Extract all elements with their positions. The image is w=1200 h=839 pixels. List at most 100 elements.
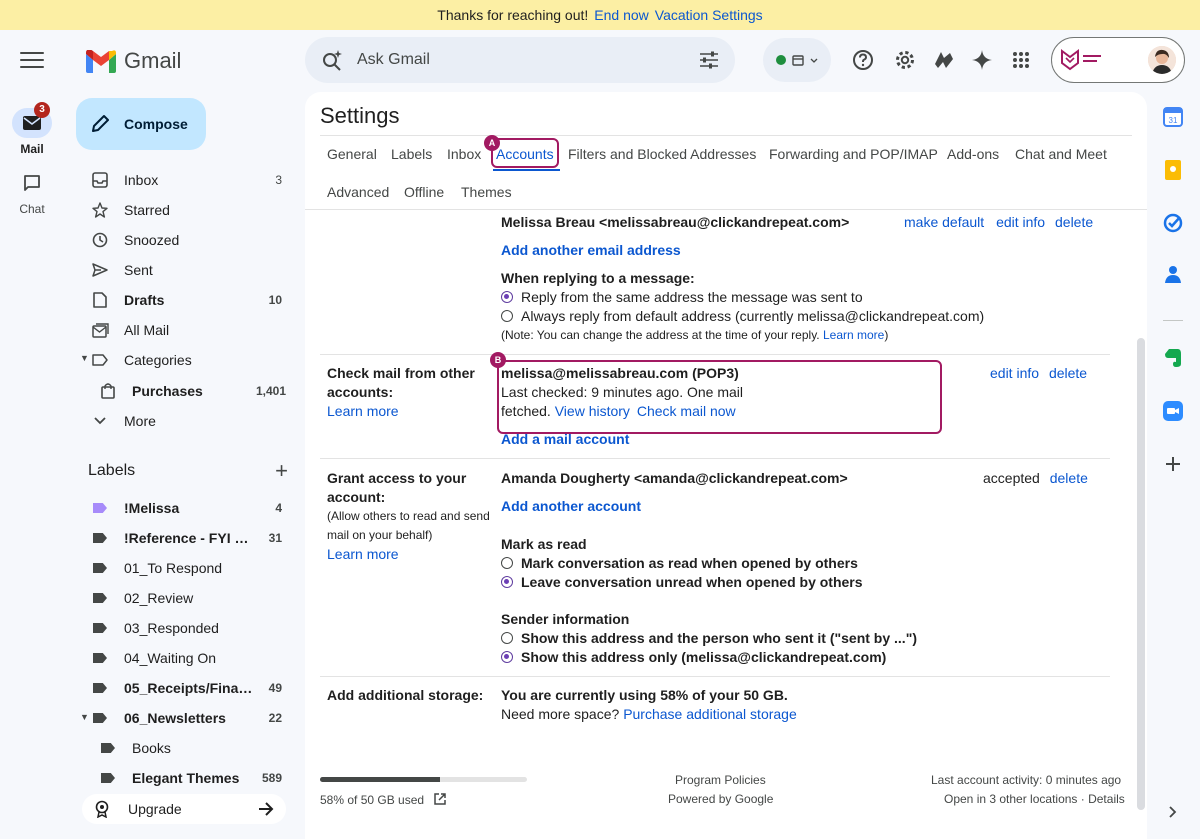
extension-icon[interactable] — [932, 48, 956, 72]
vacation-settings-link[interactable]: Vacation Settings — [655, 7, 763, 23]
label-item[interactable]: 05_Receipts/Finan... 49 — [76, 673, 296, 703]
label-count: 4 — [275, 501, 282, 515]
delete-link[interactable]: delete — [1049, 365, 1087, 381]
zoom-icon[interactable] — [1162, 400, 1184, 422]
nav-item-purchases[interactable]: Purchases 1,401 — [84, 376, 296, 406]
tab-offline[interactable]: Offline — [404, 184, 444, 200]
tasks-icon[interactable] — [1162, 212, 1184, 234]
radio-unselected[interactable] — [501, 632, 513, 644]
external-link-icon[interactable] — [433, 792, 447, 806]
gear-icon[interactable] — [893, 48, 917, 72]
add-addon-icon[interactable] — [1162, 453, 1184, 475]
tab-inbox[interactable]: Inbox — [447, 146, 481, 162]
radio-unselected[interactable] — [501, 557, 513, 569]
radio-selected[interactable] — [501, 651, 513, 663]
tab-forwarding[interactable]: Forwarding and POP/IMAP — [769, 146, 938, 162]
scrollbar[interactable] — [1137, 338, 1145, 810]
nav-label: Starred — [124, 202, 170, 218]
search-options-icon[interactable] — [699, 51, 719, 69]
radio-selected[interactable] — [501, 291, 513, 303]
delete-link[interactable]: delete — [1050, 470, 1088, 486]
open-locations: Open in 3 other locations · Details — [944, 792, 1125, 806]
tab-themes[interactable]: Themes — [461, 184, 512, 200]
purchase-storage-link[interactable]: Purchase additional storage — [623, 706, 797, 722]
label-item[interactable]: 01_To Respond — [76, 553, 296, 583]
label-item[interactable]: !Reference - FYI + ... 31 — [76, 523, 296, 553]
tab-labels[interactable]: Labels — [391, 146, 432, 162]
upgrade-button[interactable]: Upgrade — [82, 794, 286, 824]
reply-heading: When replying to a message: — [501, 270, 695, 286]
keep-icon[interactable] — [1162, 159, 1184, 181]
edit-info-link[interactable]: edit info — [996, 214, 1045, 230]
make-default-link[interactable]: make default — [904, 214, 984, 230]
nav-item-more[interactable]: More — [76, 406, 296, 436]
mark-read-option[interactable]: Mark conversation as read when opened by… — [501, 554, 858, 573]
tab-general[interactable]: General — [327, 146, 377, 162]
help-icon[interactable] — [851, 48, 875, 72]
settings-panel: Settings General Labels Inbox Accounts F… — [305, 92, 1147, 839]
label-name: Books — [132, 740, 171, 756]
calendar-icon[interactable]: 31 — [1162, 106, 1184, 128]
compose-button[interactable]: Compose — [76, 98, 206, 150]
nav-item-starred[interactable]: Starred — [76, 195, 296, 225]
gemini-icon[interactable] — [970, 48, 994, 72]
edit-info-link[interactable]: edit info — [990, 365, 1039, 381]
label-count: 589 — [261, 771, 282, 785]
nav-item-drafts[interactable]: Drafts 10 — [76, 285, 296, 315]
contacts-icon[interactable] — [1162, 263, 1184, 285]
main-menu-icon[interactable] — [20, 52, 44, 70]
search-input[interactable]: Ask Gmail — [357, 51, 685, 69]
label-item[interactable]: ▼ 06_Newsletters 22 — [76, 703, 296, 733]
radio-selected[interactable] — [501, 576, 513, 588]
tab-advanced[interactable]: Advanced — [327, 184, 389, 200]
label-item[interactable]: 04_Waiting On — [76, 643, 296, 673]
add-label-icon[interactable]: + — [275, 460, 288, 482]
label-item[interactable]: !Melissa 4 — [76, 493, 296, 523]
grant-label-line2: account: — [327, 489, 386, 505]
program-policies-link[interactable]: Program Policies — [675, 773, 766, 787]
nav-item-all-mail[interactable]: All Mail — [76, 315, 296, 345]
nav-item-inbox[interactable]: Inbox 3 — [76, 165, 296, 195]
add-another-account-link[interactable]: Add another account — [501, 497, 641, 516]
gmail-logo[interactable]: Gmail — [86, 48, 181, 74]
nav-item-sent[interactable]: Sent — [76, 255, 296, 285]
check-mail-learn-more-link[interactable]: Learn more — [327, 403, 399, 419]
nav-item-snoozed[interactable]: Snoozed — [76, 225, 296, 255]
label-item[interactable]: Books — [84, 733, 296, 763]
gmail-m-icon — [86, 49, 116, 73]
delete-link[interactable]: delete — [1055, 214, 1093, 230]
details-link[interactable]: Details — [1088, 792, 1125, 806]
evernote-icon[interactable] — [1162, 347, 1184, 369]
caret-down-icon[interactable]: ▼ — [80, 712, 89, 722]
sender-option-address-only[interactable]: Show this address only (melissa@clickand… — [501, 648, 886, 667]
label-item[interactable]: 02_Review — [76, 583, 296, 613]
grant-learn-more-link[interactable]: Learn more — [327, 546, 399, 562]
leave-unread-option[interactable]: Leave conversation unread when opened by… — [501, 573, 863, 592]
label-name: 05_Receipts/Finan... — [124, 680, 256, 696]
tab-filters[interactable]: Filters and Blocked Addresses — [568, 146, 756, 162]
rail-mail[interactable]: 3 Mail — [0, 102, 64, 156]
account-switcher[interactable] — [1051, 37, 1185, 83]
brand-logo-icon — [1061, 49, 1079, 71]
sender-option-sent-by[interactable]: Show this address and the person who sen… — [501, 629, 917, 648]
nav-item-categories[interactable]: ▼ Categories — [76, 345, 296, 375]
end-now-link[interactable]: End now — [594, 7, 648, 23]
apps-grid-icon[interactable] — [1009, 48, 1033, 72]
search-bar[interactable]: Ask Gmail — [305, 37, 735, 83]
tab-chat-meet[interactable]: Chat and Meet — [1015, 146, 1107, 162]
tab-add-ons[interactable]: Add-ons — [947, 146, 999, 162]
rail-chat[interactable]: Chat — [0, 168, 64, 216]
reply-note-end: ) — [884, 328, 889, 342]
compose-label: Compose — [124, 116, 188, 132]
reply-option-default[interactable]: Always reply from default address (curre… — [501, 307, 984, 326]
caret-down-icon[interactable]: ▼ — [80, 353, 89, 363]
add-email-address-link[interactable]: Add another email address — [501, 241, 681, 260]
chevron-right-icon[interactable] — [1162, 801, 1184, 823]
avatar[interactable] — [1148, 46, 1176, 74]
radio-unselected[interactable] — [501, 310, 513, 322]
reply-option-same[interactable]: Reply from the same address the message … — [501, 288, 863, 307]
label-item[interactable]: 03_Responded — [76, 613, 296, 643]
label-item[interactable]: Elegant Themes 589 — [84, 763, 296, 793]
reply-learn-more-link[interactable]: Learn more — [823, 328, 884, 342]
status-selector[interactable] — [763, 38, 831, 82]
